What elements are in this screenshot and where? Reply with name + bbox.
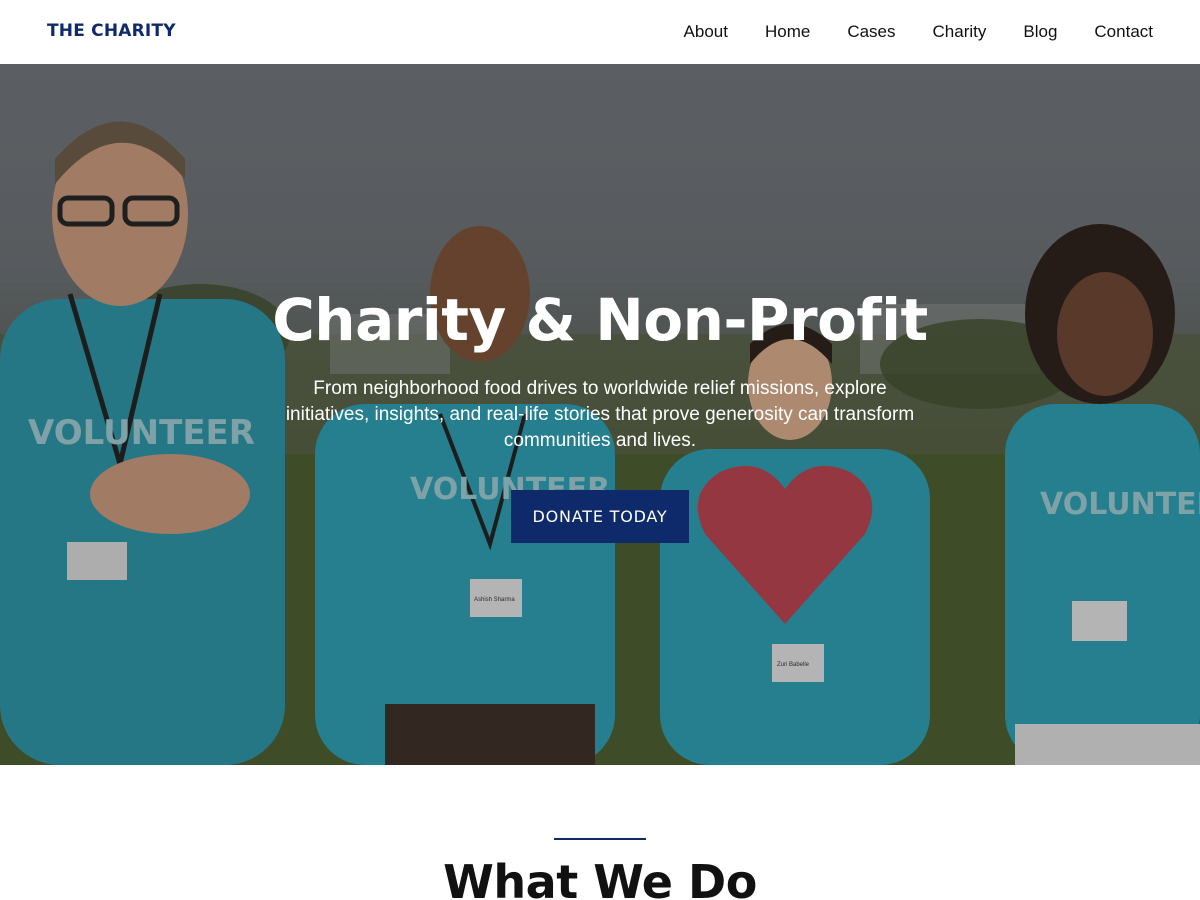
site-logo[interactable]: THE CHARITY <box>47 21 176 41</box>
nav-item-contact[interactable]: Contact <box>1094 20 1153 44</box>
section-title: What We Do <box>443 855 757 900</box>
nav-item-cases[interactable]: Cases <box>847 20 895 44</box>
section-divider <box>554 838 646 840</box>
nav-item-charity[interactable]: Charity <box>933 20 987 44</box>
main-nav: About Home Cases Charity Blog Contact <box>647 20 1153 44</box>
donate-today-button[interactable]: DONATE TODAY <box>511 490 689 543</box>
site-header: THE CHARITY About Home Cases Charity Blo… <box>0 0 1200 64</box>
hero-title: Charity & Non-Profit <box>272 286 928 354</box>
nav-item-home[interactable]: Home <box>765 20 810 44</box>
nav-item-about[interactable]: About <box>684 20 728 44</box>
hero-section: VOLUNTEER Ashish Sharma VOLUNTEER Zuri B… <box>0 64 1200 765</box>
nav-item-blog[interactable]: Blog <box>1023 20 1057 44</box>
hero-subtitle: From neighborhood food drives to worldwi… <box>285 378 915 451</box>
